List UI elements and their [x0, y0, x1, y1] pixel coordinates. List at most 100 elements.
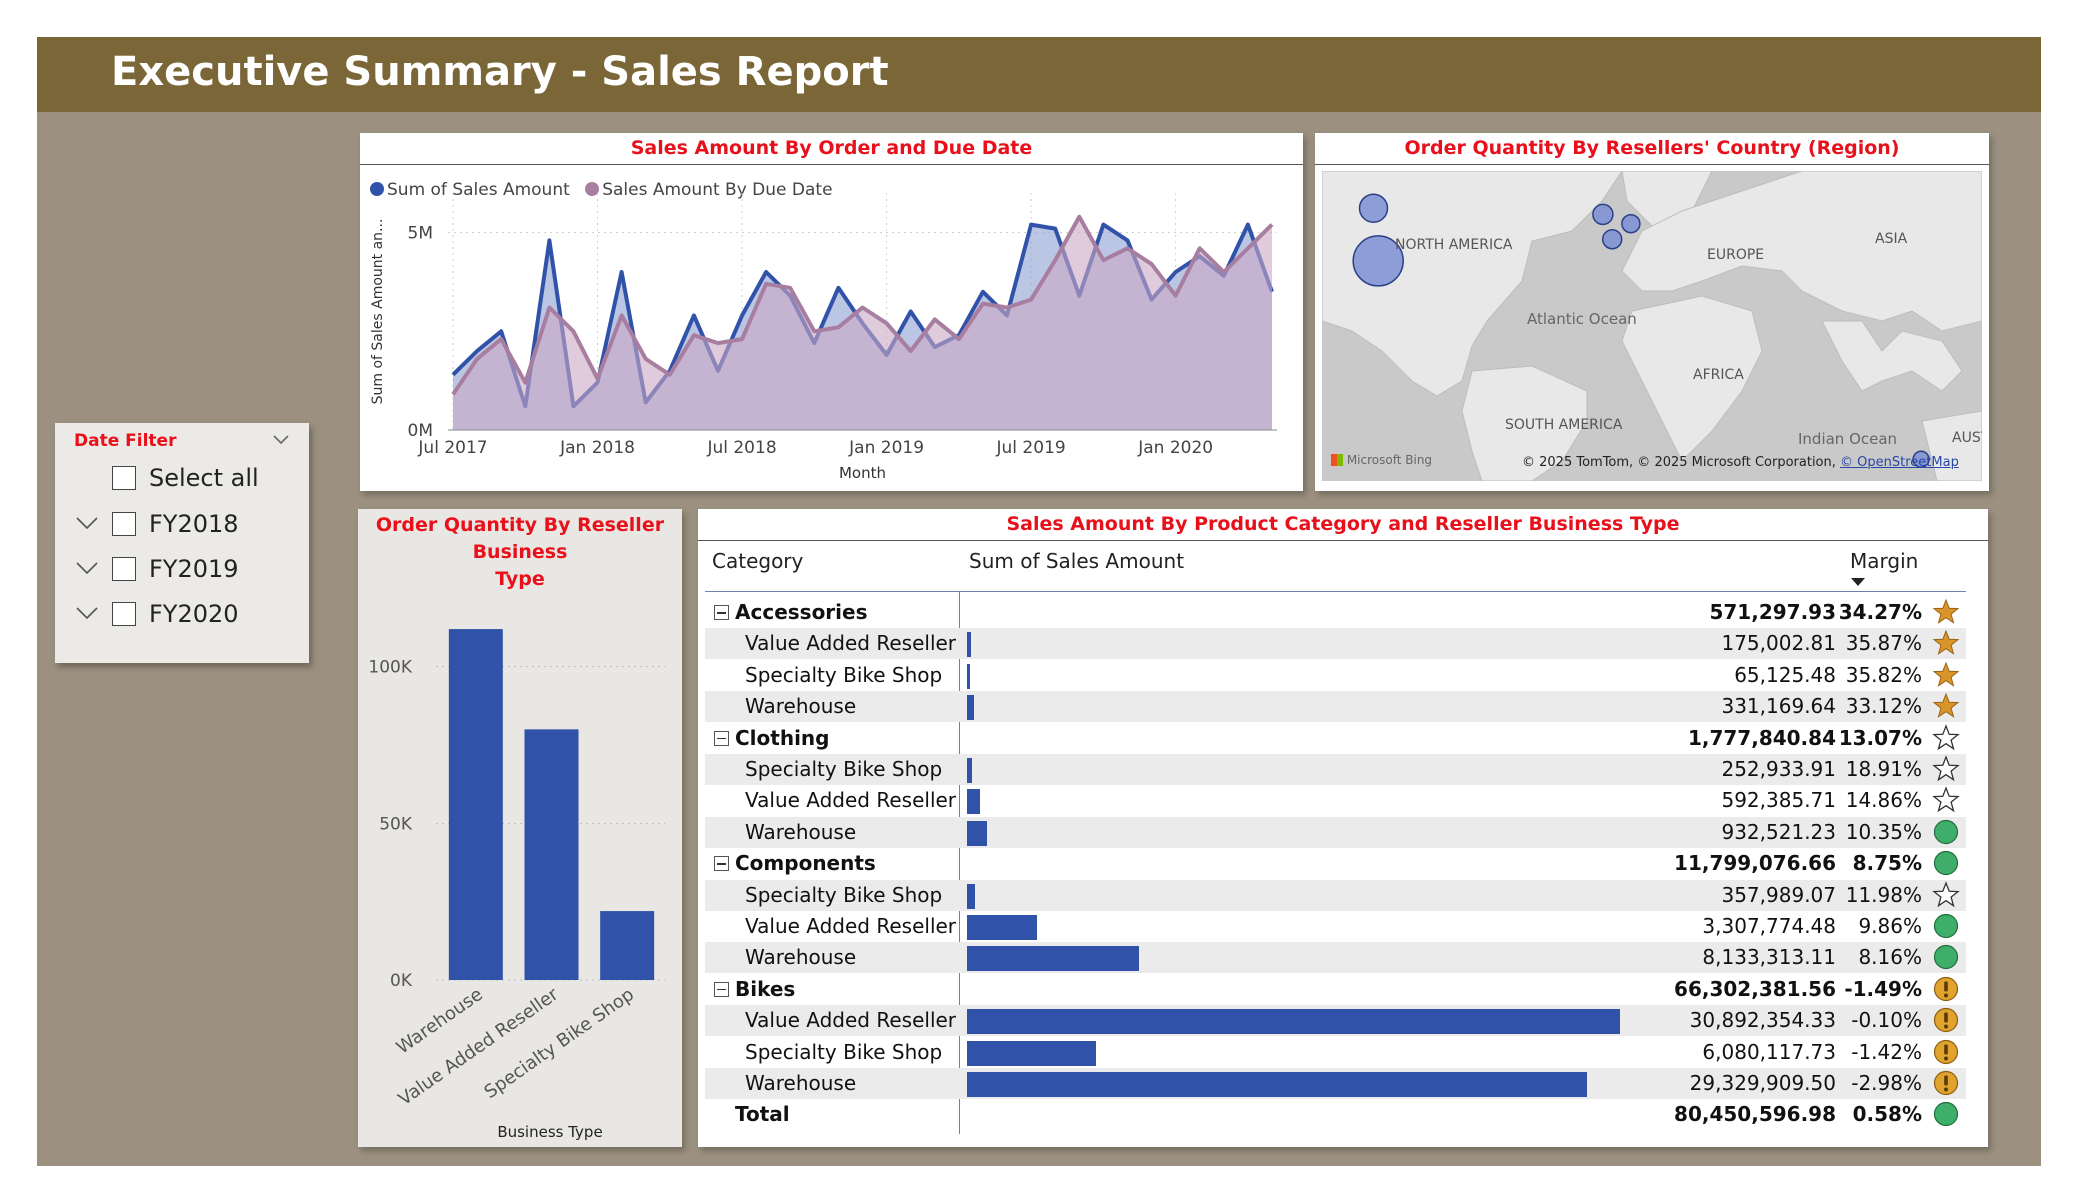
- category-label: Value Added Reseller: [745, 631, 957, 656]
- series-area: [453, 216, 1272, 430]
- amount-value: 3,307,774.48: [1702, 914, 1836, 938]
- amount-bar: [967, 789, 980, 815]
- matrix-row[interactable]: Specialty Bike Shop 6,080,117.73 -1.42%: [705, 1037, 1966, 1068]
- bar: [448, 629, 503, 980]
- bar-chart-svg[interactable]: 0K50K100KWarehouseValue Added ResellerSp…: [358, 509, 682, 1147]
- checkbox[interactable]: [112, 512, 136, 536]
- slicer-item-fy2018[interactable]: FY2018: [55, 507, 309, 541]
- expand-chevron-icon[interactable]: [75, 513, 99, 533]
- matrix-row[interactable]: Warehouse 8,133,313.11 8.16%: [705, 942, 1966, 974]
- map-label-africa: AFRICA: [1693, 367, 1744, 383]
- title-divider: [1315, 164, 1989, 165]
- matrix-row[interactable]: Warehouse 29,329,909.50 -2.98%: [705, 1068, 1966, 1099]
- matrix-group-row[interactable]: Bikes 66,302,381.56 -1.49%: [705, 974, 1966, 1005]
- green-circle-icon: [1933, 1102, 1959, 1127]
- bing-label: Microsoft Bing: [1346, 453, 1433, 467]
- column-header-margin[interactable]: Margin: [1850, 549, 1918, 573]
- category-label: Warehouse: [745, 1071, 857, 1095]
- margin-value: 33.12%: [1845, 694, 1922, 719]
- matrix-row[interactable]: Warehouse 331,169.64 33.12%: [705, 691, 1966, 723]
- category-label: Value Added Reseller: [745, 914, 957, 938]
- slicer-item-select-all[interactable]: Select all: [55, 461, 309, 495]
- y-tick-label: 5M: [408, 224, 433, 244]
- map-label-asia: ASIA: [1875, 231, 1908, 247]
- margin-value: 14.86%: [1845, 788, 1922, 813]
- collapse-toggle-icon[interactable]: [714, 981, 729, 997]
- line-chart-legend: Sum of Sales Amount Sales Amount By Due …: [370, 180, 843, 200]
- map-copyright: © 2025 TomTom, © 2025 Microsoft Corporat…: [1522, 455, 1959, 470]
- landmass-australia: [1921, 410, 1982, 481]
- amount-bar: [967, 695, 974, 721]
- matrix-row[interactable]: Specialty Bike Shop 252,933.91 18.91%: [705, 754, 1966, 785]
- matrix-group-row[interactable]: Components 11,799,076.66 8.75%: [705, 848, 1966, 879]
- green-circle-icon: [1933, 851, 1959, 876]
- margin-value: 8.75%: [1852, 851, 1922, 876]
- margin-value: 8.16%: [1858, 945, 1922, 970]
- chevron-down-icon[interactable]: [271, 429, 291, 449]
- collapse-toggle-icon[interactable]: [714, 730, 729, 746]
- star-outline-icon: [1932, 723, 1960, 750]
- matrix-row[interactable]: Value Added Reseller 30,892,354.33 -0.10%: [705, 1005, 1966, 1037]
- warning-icon: [1933, 1008, 1959, 1033]
- matrix-row[interactable]: Value Added Reseller 3,307,774.48 9.86%: [705, 911, 1966, 942]
- matrix-group-row[interactable]: Accessories 571,297.93 34.27%: [705, 597, 1966, 628]
- checkbox[interactable]: [112, 602, 136, 626]
- y-axis-title: Sum of Sales Amount an...: [370, 219, 386, 405]
- matrix-row[interactable]: Value Added Reseller 175,002.81 35.87%: [705, 628, 1966, 660]
- legend-item-order[interactable]: Sum of Sales Amount: [370, 180, 570, 200]
- legend-item-due[interactable]: Sales Amount By Due Date: [585, 180, 833, 200]
- line-chart-panel[interactable]: Sales Amount By Order and Due Date Sum o…: [360, 133, 1303, 491]
- amount-bar: [967, 1072, 1587, 1097]
- amount-value: 11,799,076.66: [1674, 851, 1836, 876]
- x-tick-label: Jan 2019: [848, 438, 924, 458]
- expand-chevron-icon[interactable]: [75, 558, 99, 578]
- amount-value: 29,329,909.50: [1689, 1071, 1836, 1095]
- checkbox[interactable]: [112, 557, 136, 581]
- matrix-row[interactable]: Warehouse 932,521.23 10.35%: [705, 816, 1966, 848]
- column-header-amount[interactable]: Sum of Sales Amount: [969, 549, 1184, 573]
- category-label: Warehouse: [745, 945, 857, 970]
- map-bubble: [1601, 228, 1623, 250]
- x-tick-label: Jan 2018: [559, 438, 635, 458]
- matrix-panel[interactable]: Sales Amount By Product Category and Res…: [698, 509, 1988, 1147]
- x-tick-label: Jul 2019: [996, 438, 1066, 458]
- star-outline-icon: [1932, 786, 1960, 813]
- collapse-toggle-icon[interactable]: [714, 605, 729, 620]
- microsoft-logo-icon: [1331, 454, 1343, 466]
- legend-dot: [585, 182, 600, 196]
- date-filter-slicer[interactable]: Date Filter Select all FY2018 FY2019 FY2…: [55, 423, 309, 663]
- matrix-group-row[interactable]: Clothing 1,777,840.84 13.07%: [705, 723, 1966, 754]
- slicer-item-label: Select all: [149, 464, 259, 492]
- category-label: Value Added Reseller: [745, 788, 957, 813]
- slicer-item-fy2019[interactable]: FY2019: [55, 552, 309, 586]
- matrix-row[interactable]: Specialty Bike Shop 357,989.07 11.98%: [705, 879, 1966, 911]
- bar: [524, 729, 579, 980]
- margin-value: 34.27%: [1838, 600, 1922, 624]
- map-bubble: [1621, 213, 1641, 234]
- world-map[interactable]: NORTH AMERICA EUROPE ASIA Atlantic Ocean…: [1322, 171, 1982, 481]
- slicer-item-fy2020[interactable]: FY2020: [55, 597, 309, 631]
- osm-link[interactable]: © OpenStreetMap: [1840, 455, 1959, 470]
- collapse-toggle-icon[interactable]: [714, 856, 729, 872]
- map-panel[interactable]: Order Quantity By Resellers' Country (Re…: [1315, 133, 1989, 491]
- amount-value: 331,169.64: [1721, 694, 1836, 719]
- map-title: Order Quantity By Resellers' Country (Re…: [1404, 137, 1900, 159]
- matrix-row[interactable]: Specialty Bike Shop 65,125.48 35.82%: [705, 660, 1966, 691]
- bar-chart-panel[interactable]: Order Quantity By Reseller Business Type…: [358, 509, 682, 1147]
- margin-value: 35.87%: [1845, 631, 1922, 656]
- sort-descending-icon[interactable]: [1851, 578, 1865, 588]
- amount-bar: [967, 820, 987, 846]
- matrix-total-row[interactable]: Total 80,450,596.98 0.58%: [705, 1099, 1966, 1130]
- matrix-row[interactable]: Value Added Reseller 592,385.71 14.86%: [705, 785, 1966, 816]
- category-label: Bikes: [735, 976, 796, 1001]
- column-header-category[interactable]: Category: [712, 549, 803, 573]
- warning-icon: [1933, 1039, 1959, 1064]
- amount-value: 357,989.07: [1721, 882, 1836, 907]
- checkbox[interactable]: [112, 466, 136, 490]
- x-axis-title: Month: [839, 464, 886, 482]
- matrix-title: Sales Amount By Product Category and Res…: [1006, 513, 1680, 535]
- margin-value: -0.10%: [1851, 1008, 1922, 1033]
- expand-chevron-icon[interactable]: [75, 603, 99, 623]
- category-label: Clothing: [735, 725, 830, 750]
- star-outline-icon: [1932, 755, 1960, 782]
